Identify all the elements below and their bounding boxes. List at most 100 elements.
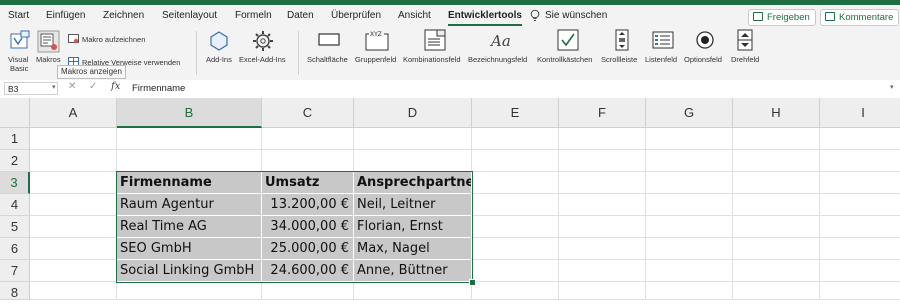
empty-cell[interactable] (646, 260, 733, 282)
row-header-2[interactable]: 2 (0, 150, 30, 172)
empty-cell[interactable] (472, 238, 559, 260)
column-header-e[interactable]: E (472, 98, 559, 128)
empty-cell[interactable] (646, 150, 733, 172)
tab-formeln[interactable]: Formeln (235, 10, 272, 21)
column-header-a[interactable]: A (30, 98, 117, 128)
empty-cell[interactable] (117, 282, 262, 300)
empty-cell[interactable] (30, 260, 117, 282)
empty-cell[interactable] (30, 282, 117, 300)
row-header-3[interactable]: 3 (0, 172, 30, 194)
fill-handle[interactable] (469, 279, 476, 286)
empty-cell[interactable] (646, 128, 733, 150)
cell-c5[interactable]: 34.000,00 € (262, 216, 354, 238)
column-header-i[interactable]: I (820, 98, 900, 128)
column-header-g[interactable]: G (646, 98, 733, 128)
row-header-6[interactable]: 6 (0, 238, 30, 260)
empty-cell[interactable] (820, 128, 900, 150)
empty-cell[interactable] (472, 194, 559, 216)
cell-d3[interactable]: Ansprechpartner (354, 172, 472, 194)
empty-cell[interactable] (646, 282, 733, 300)
empty-cell[interactable] (354, 128, 472, 150)
empty-cell[interactable] (733, 282, 820, 300)
empty-cell[interactable] (472, 260, 559, 282)
row-header-5[interactable]: 5 (0, 216, 30, 238)
empty-cell[interactable] (472, 282, 559, 300)
name-box[interactable]: B3 (4, 82, 58, 95)
empty-cell[interactable] (30, 194, 117, 216)
column-header-f[interactable]: F (559, 98, 646, 128)
empty-cell[interactable] (820, 260, 900, 282)
row-header-4[interactable]: 4 (0, 194, 30, 216)
column-header-b[interactable]: B (117, 98, 262, 128)
empty-cell[interactable] (472, 128, 559, 150)
empty-cell[interactable] (472, 172, 559, 194)
empty-cell[interactable] (820, 282, 900, 300)
comments-button[interactable]: Kommentare (820, 9, 900, 26)
column-header-c[interactable]: C (262, 98, 354, 128)
empty-cell[interactable] (30, 172, 117, 194)
enter-icon[interactable]: ✓ (89, 81, 97, 92)
empty-cell[interactable] (820, 172, 900, 194)
empty-cell[interactable] (30, 216, 117, 238)
empty-cell[interactable] (559, 216, 646, 238)
share-button[interactable]: Freigeben (748, 9, 816, 26)
empty-cell[interactable] (30, 128, 117, 150)
cell-c7[interactable]: 24.600,00 € (262, 260, 354, 282)
tell-me-search[interactable]: Sie wünschen (545, 10, 607, 21)
empty-cell[interactable] (354, 282, 472, 300)
empty-cell[interactable] (820, 216, 900, 238)
empty-cell[interactable] (559, 282, 646, 300)
empty-cell[interactable] (472, 150, 559, 172)
tab-start[interactable]: Start (8, 10, 29, 21)
tab-ansicht[interactable]: Ansicht (398, 10, 431, 21)
cell-b3[interactable]: Firmenname (117, 172, 262, 194)
empty-cell[interactable] (820, 238, 900, 260)
cell-d6[interactable]: Max, Nagel (354, 238, 472, 260)
name-box-chevron-icon[interactable]: ▾ (52, 83, 56, 91)
empty-cell[interactable] (30, 238, 117, 260)
tab-seitenlayout[interactable]: Seitenlayout (162, 10, 217, 21)
cell-d7[interactable]: Anne, Büttner (354, 260, 472, 282)
column-header-h[interactable]: H (733, 98, 820, 128)
empty-cell[interactable] (354, 150, 472, 172)
tab-ueberpruefen[interactable]: Überprüfen (331, 10, 381, 21)
empty-cell[interactable] (559, 260, 646, 282)
cancel-icon[interactable]: ✕ (68, 81, 76, 92)
cell-c3[interactable]: Umsatz (262, 172, 354, 194)
row-header-8[interactable]: 8 (0, 282, 30, 300)
row-header-1[interactable]: 1 (0, 128, 30, 150)
formula-input[interactable]: Firmenname (132, 83, 185, 94)
cell-d5[interactable]: Florian, Ernst (354, 216, 472, 238)
column-header-d[interactable]: D (354, 98, 472, 128)
empty-cell[interactable] (733, 172, 820, 194)
select-all-corner[interactable] (0, 98, 30, 128)
cell-b7[interactable]: Social Linking GmbH (117, 260, 262, 282)
tab-zeichnen[interactable]: Zeichnen (103, 10, 144, 21)
cell-b5[interactable]: Real Time AG (117, 216, 262, 238)
empty-cell[interactable] (646, 216, 733, 238)
empty-cell[interactable] (646, 194, 733, 216)
empty-cell[interactable] (733, 194, 820, 216)
tab-entwicklertools[interactable]: Entwicklertools (448, 10, 522, 26)
empty-cell[interactable] (559, 172, 646, 194)
empty-cell[interactable] (30, 150, 117, 172)
empty-cell[interactable] (472, 216, 559, 238)
empty-cell[interactable] (646, 238, 733, 260)
empty-cell[interactable] (559, 128, 646, 150)
empty-cell[interactable] (117, 128, 262, 150)
empty-cell[interactable] (820, 150, 900, 172)
empty-cell[interactable] (820, 194, 900, 216)
row-header-7[interactable]: 7 (0, 260, 30, 282)
empty-cell[interactable] (733, 216, 820, 238)
cell-d4[interactable]: Neil, Leitner (354, 194, 472, 216)
empty-cell[interactable] (733, 128, 820, 150)
cell-b6[interactable]: SEO GmbH (117, 238, 262, 260)
empty-cell[interactable] (733, 260, 820, 282)
cell-c6[interactable]: 25.000,00 € (262, 238, 354, 260)
empty-cell[interactable] (559, 194, 646, 216)
empty-cell[interactable] (559, 150, 646, 172)
empty-cell[interactable] (262, 150, 354, 172)
empty-cell[interactable] (646, 172, 733, 194)
tab-daten[interactable]: Daten (287, 10, 314, 21)
empty-cell[interactable] (733, 238, 820, 260)
